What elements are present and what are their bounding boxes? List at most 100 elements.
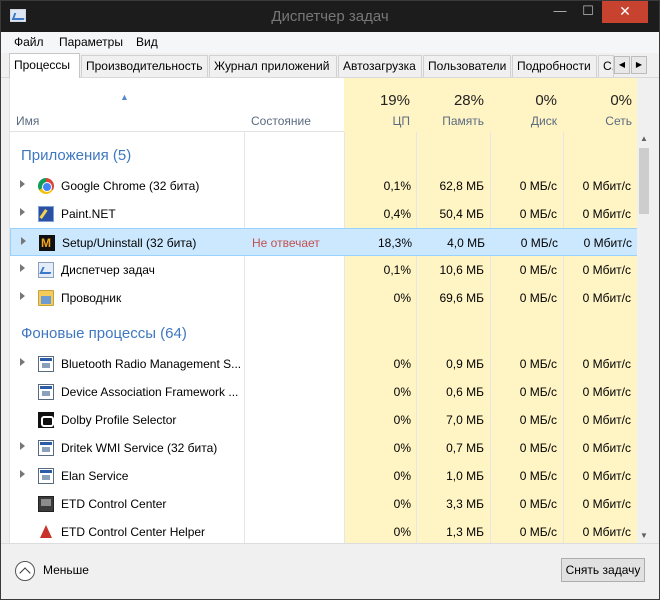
header-name-label: Имя (16, 114, 40, 128)
paintnet-icon (38, 206, 54, 222)
group-header-background[interactable]: Фоновые процессы (64) (21, 325, 187, 342)
group-header-apps[interactable]: Приложения (5) (21, 147, 131, 164)
network-value: 0 Мбит/с (582, 207, 631, 221)
tab-performance[interactable]: Производительность (81, 55, 208, 77)
cpu-total-percent: 19% (379, 92, 410, 109)
process-name: ETD Control Center (61, 497, 167, 511)
network-value: 0 Мбит/с (582, 385, 631, 399)
scroll-down-icon[interactable]: ▼ (637, 529, 651, 543)
tab-scroll-left-icon[interactable]: ◀ (614, 56, 630, 74)
disk-value: 0 МБ/с (519, 385, 557, 399)
process-row[interactable]: Paint.NET 0,4% 50,4 МБ 0 МБ/с 0 Мбит/с (10, 200, 637, 228)
expand-arrow-icon[interactable] (20, 470, 25, 478)
header-network-label: Сеть (605, 114, 632, 128)
scroll-up-icon[interactable]: ▲ (637, 132, 651, 146)
menu-bar: Файл Параметры Вид (1, 32, 659, 53)
expand-arrow-icon[interactable] (20, 264, 25, 272)
expand-arrow-icon[interactable] (20, 292, 25, 300)
etd-helper-icon (38, 524, 54, 540)
service-window-icon (38, 440, 54, 456)
scrollbar-thumb[interactable] (639, 148, 649, 214)
memory-value: 10,6 МБ (439, 263, 484, 277)
close-button[interactable]: ✕ (602, 1, 648, 23)
tab-scroll-right-icon[interactable]: ▶ (631, 56, 647, 74)
memory-value: 1,3 МБ (446, 525, 484, 539)
memory-value: 50,4 МБ (439, 207, 484, 221)
service-window-icon (38, 384, 54, 400)
process-name: Setup/Uninstall (32 бита) (62, 236, 197, 250)
tab-services[interactable]: С... (598, 55, 614, 77)
cpu-value: 0% (393, 291, 411, 305)
menu-file[interactable]: Файл (14, 35, 44, 49)
menu-options[interactable]: Параметры (59, 35, 123, 49)
expand-arrow-icon[interactable] (20, 180, 25, 188)
header-disk-label: Диск (530, 114, 557, 128)
cpu-value: 0% (393, 357, 411, 371)
process-row-selected[interactable]: Setup/Uninstall (32 бита) Не отвечает 18… (10, 228, 637, 256)
process-name: Dritek WMI Service (32 бита) (61, 441, 218, 455)
fewer-details-link[interactable]: Меньше (43, 563, 89, 577)
disk-value: 0 МБ/с (519, 291, 557, 305)
process-row[interactable]: Dolby Profile Selector 0% 7,0 МБ 0 МБ/с … (10, 406, 637, 434)
network-value: 0 Мбит/с (582, 179, 631, 193)
process-row[interactable]: ETD Control Center 0% 3,3 МБ 0 МБ/с 0 Мб… (10, 490, 637, 518)
end-task-button[interactable]: Снять задачу (561, 558, 645, 582)
process-name: Dolby Profile Selector (61, 413, 177, 427)
expand-arrow-icon[interactable] (21, 237, 26, 245)
process-row[interactable]: Проводник 0% 69,6 МБ 0 МБ/с 0 Мбит/с (10, 284, 637, 312)
process-row[interactable]: Dritek WMI Service (32 бита) 0% 0,7 МБ 0… (10, 434, 637, 462)
task-manager-window: Диспетчер задач — ☐ ✕ Файл Параметры Вид… (0, 0, 660, 600)
header-memory[interactable]: 28% Память (416, 78, 490, 132)
process-row[interactable]: Диспетчер задач 0,1% 10,6 МБ 0 МБ/с 0 Мб… (10, 256, 637, 284)
memory-value: 3,3 МБ (446, 497, 484, 511)
process-list: ▲ Имя Состояние 19% ЦП 28% Память 0% Дис… (9, 78, 637, 543)
process-row[interactable]: Google Chrome (32 бита) 0,1% 62,8 МБ 0 М… (10, 172, 637, 200)
header-status[interactable]: Состояние (245, 78, 344, 132)
expand-arrow-icon[interactable] (20, 208, 25, 216)
process-name: ETD Control Center Helper (61, 525, 206, 539)
collapse-chevron-icon[interactable] (15, 561, 35, 581)
disk-value: 0 МБ/с (519, 413, 557, 427)
cpu-value: 0,1% (383, 179, 411, 193)
tab-users[interactable]: Пользователи (423, 55, 511, 77)
minimize-button[interactable]: — (546, 1, 574, 23)
vertical-scrollbar[interactable]: ▲ ▼ (637, 132, 651, 543)
header-network[interactable]: 0% Сеть (563, 78, 637, 132)
tab-app-history[interactable]: Журнал приложений (209, 55, 337, 77)
cpu-value: 0% (393, 413, 411, 427)
process-status: Не отвечает (252, 236, 320, 250)
expand-arrow-icon[interactable] (20, 358, 25, 366)
maximize-button[interactable]: ☐ (574, 1, 602, 23)
tab-processes[interactable]: Процессы (9, 53, 80, 78)
menu-view[interactable]: Вид (136, 35, 158, 49)
process-name: Elan Service (61, 469, 129, 483)
header-disk[interactable]: 0% Диск (490, 78, 563, 132)
process-row[interactable]: Bluetooth Radio Management S... 0% 0,9 М… (10, 350, 637, 378)
column-header: ▲ Имя Состояние 19% ЦП 28% Память 0% Дис… (10, 78, 637, 132)
disk-value: 0 МБ/с (519, 469, 557, 483)
disk-value: 0 МБ/с (519, 441, 557, 455)
title-bar[interactable]: Диспетчер задач — ☐ ✕ (1, 1, 659, 32)
footer-bar: Меньше Снять задачу (1, 543, 659, 599)
network-value: 0 Мбит/с (582, 441, 631, 455)
process-name: Bluetooth Radio Management S... (61, 357, 242, 371)
tab-details[interactable]: Подробности (512, 55, 597, 77)
tab-startup[interactable]: Автозагрузка (338, 55, 422, 77)
process-row[interactable]: Device Association Framework ... 0% 0,6 … (10, 378, 637, 406)
network-value: 0 Мбит/с (582, 525, 631, 539)
process-row[interactable]: Elan Service 0% 1,0 МБ 0 МБ/с 0 Мбит/с (10, 462, 637, 490)
memory-value: 4,0 МБ (447, 236, 485, 250)
header-name[interactable]: ▲ Имя (10, 78, 244, 132)
memory-value: 0,9 МБ (446, 357, 484, 371)
process-row[interactable]: ETD Control Center Helper 0% 1,3 МБ 0 МБ… (10, 518, 637, 543)
memory-value: 0,7 МБ (446, 441, 484, 455)
memory-value: 1,0 МБ (446, 469, 484, 483)
cpu-value: 0,1% (383, 263, 411, 277)
network-value: 0 Мбит/с (582, 291, 631, 305)
disk-value: 0 МБ/с (519, 207, 557, 221)
disk-value: 0 МБ/с (519, 525, 557, 539)
expand-arrow-icon[interactable] (20, 442, 25, 450)
process-name: Google Chrome (32 бита) (61, 179, 200, 193)
header-cpu[interactable]: 19% ЦП (344, 78, 416, 132)
cpu-value: 0,4% (383, 207, 411, 221)
